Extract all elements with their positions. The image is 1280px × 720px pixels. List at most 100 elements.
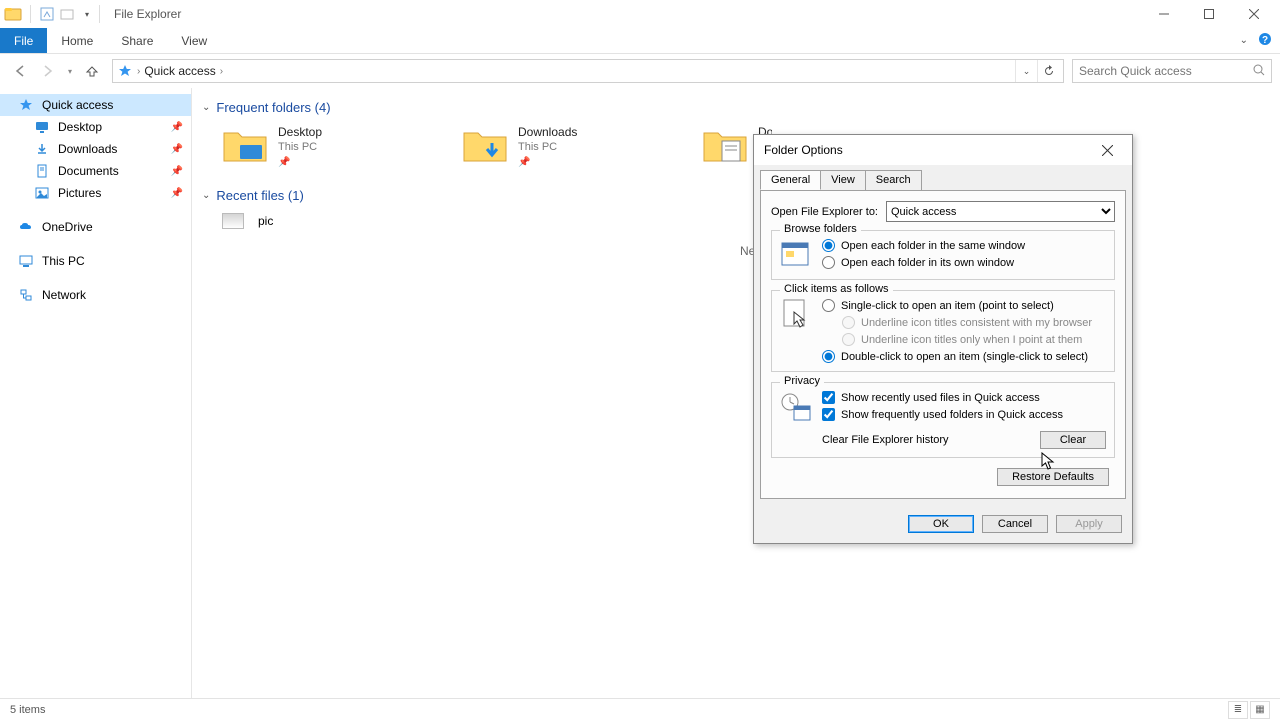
ribbon: File Home Share View ⌄ ? (0, 28, 1280, 54)
folder-tile-downloads[interactable]: Downloads This PC 📌 (462, 125, 662, 168)
group-legend: Click items as follows (780, 283, 893, 295)
sidebar-item-label: Desktop (58, 120, 102, 134)
radio-own-window[interactable]: Open each folder in its own window (822, 256, 1106, 269)
navigation-pane: Quick access Desktop 📌 Downloads 📌 Docum… (0, 88, 192, 698)
sidebar-item-quick-access[interactable]: Quick access (0, 94, 191, 116)
tab-home[interactable]: Home (47, 28, 107, 53)
sidebar-item-downloads[interactable]: Downloads 📌 (0, 138, 191, 160)
back-button[interactable] (8, 59, 32, 83)
ok-button[interactable]: OK (908, 515, 974, 533)
folder-name: Downloads (518, 125, 577, 139)
this-pc-icon (18, 253, 34, 269)
click-items-icon (780, 299, 812, 331)
navigation-bar: ▾ › Quick access › ⌄ (0, 54, 1280, 88)
clear-button[interactable]: Clear (1040, 431, 1106, 449)
group-header-label: Frequent folders (4) (216, 100, 330, 115)
sidebar-item-desktop[interactable]: Desktop 📌 (0, 116, 191, 138)
separator (99, 5, 100, 23)
group-header-frequent[interactable]: ⌄ Frequent folders (4) (202, 100, 1270, 115)
star-icon (18, 97, 34, 113)
tab-search[interactable]: Search (865, 170, 922, 190)
status-bar: 5 items ≣ ▦ (0, 698, 1280, 720)
image-thumbnail-icon (222, 213, 244, 229)
pin-icon: 📌 (171, 188, 183, 199)
maximize-button[interactable] (1186, 0, 1231, 28)
close-button[interactable] (1231, 0, 1276, 28)
help-icon[interactable]: ? (1258, 32, 1272, 49)
group-privacy: Privacy Show recently used files in Quic… (771, 382, 1115, 458)
cancel-button[interactable]: Cancel (982, 515, 1048, 533)
address-dropdown-button[interactable]: ⌄ (1015, 60, 1037, 82)
pin-icon: 📌 (171, 144, 183, 155)
folder-icon (222, 125, 268, 165)
sidebar-item-this-pc[interactable]: This PC (0, 250, 191, 272)
search-icon[interactable] (1253, 64, 1265, 79)
dialog-close-button[interactable] (1092, 138, 1122, 162)
ribbon-expand-icon[interactable]: ⌄ (1240, 35, 1248, 46)
tab-view[interactable]: View (167, 28, 221, 53)
open-to-select[interactable]: Quick access (886, 201, 1115, 222)
desktop-icon (34, 119, 50, 135)
pin-icon: 📌 (171, 166, 183, 177)
chevron-down-icon: ⌄ (202, 102, 210, 113)
status-item-count: 5 items (10, 704, 45, 716)
onedrive-icon (18, 219, 34, 235)
radio-double-click[interactable]: Double-click to open an item (single-cli… (822, 350, 1106, 363)
recent-locations-button[interactable]: ▾ (64, 59, 76, 83)
forward-button[interactable] (36, 59, 60, 83)
checkbox-recent-files[interactable]: Show recently used files in Quick access (822, 391, 1106, 404)
checkbox-frequent-folders[interactable]: Show frequently used folders in Quick ac… (822, 408, 1106, 421)
radio-underline-browser: Underline icon titles consistent with my… (842, 316, 1106, 329)
sidebar-item-pictures[interactable]: Pictures 📌 (0, 182, 191, 204)
properties-icon[interactable] (39, 6, 55, 22)
apply-button[interactable]: Apply (1056, 515, 1122, 533)
restore-defaults-button[interactable]: Restore Defaults (997, 468, 1109, 486)
chevron-right-icon[interactable]: › (137, 66, 140, 77)
search-box[interactable] (1072, 59, 1272, 83)
chevron-right-icon[interactable]: › (220, 66, 223, 77)
minimize-button[interactable] (1141, 0, 1186, 28)
open-to-label: Open File Explorer to: (771, 206, 878, 218)
folder-location: This PC (518, 141, 577, 153)
sidebar-item-label: Pictures (58, 186, 101, 200)
sidebar-item-label: OneDrive (42, 220, 93, 234)
window-controls (1141, 0, 1276, 28)
browse-folders-icon (780, 239, 812, 271)
breadcrumb-segment[interactable]: Quick access (144, 64, 215, 78)
sidebar-item-documents[interactable]: Documents 📌 (0, 160, 191, 182)
pin-icon: 📌 (518, 157, 577, 168)
dialog-titlebar: Folder Options (754, 135, 1132, 165)
up-button[interactable] (80, 59, 104, 83)
file-tab[interactable]: File (0, 28, 47, 53)
window-title: File Explorer (114, 7, 181, 21)
search-input[interactable] (1079, 64, 1253, 78)
refresh-button[interactable] (1037, 60, 1059, 82)
separator (30, 5, 31, 23)
sidebar-item-label: Quick access (42, 98, 113, 112)
tab-general[interactable]: General (760, 170, 821, 190)
file-name: pic (258, 214, 273, 228)
dialog-button-row: OK Cancel Apply (754, 505, 1132, 543)
address-bar[interactable]: › Quick access › ⌄ (112, 59, 1064, 83)
privacy-icon (780, 391, 812, 423)
group-browse-folders: Browse folders Open each folder in the s… (771, 230, 1115, 280)
tab-view[interactable]: View (820, 170, 866, 190)
sidebar-item-network[interactable]: Network (0, 284, 191, 306)
quick-access-star-icon (117, 63, 133, 79)
chevron-down-icon: ⌄ (202, 190, 210, 201)
radio-single-click[interactable]: Single-click to open an item (point to s… (822, 299, 1106, 312)
new-folder-icon[interactable] (59, 6, 75, 22)
sidebar-item-onedrive[interactable]: OneDrive (0, 216, 191, 238)
dialog-title: Folder Options (764, 143, 843, 157)
folder-options-dialog: Folder Options General View Search Open … (753, 134, 1133, 544)
dialog-body: Open File Explorer to: Quick access Brow… (760, 190, 1126, 499)
qat-dropdown-icon[interactable]: ▾ (79, 6, 95, 22)
folder-tile-desktop[interactable]: Desktop This PC 📌 (222, 125, 422, 168)
tab-share[interactable]: Share (107, 28, 167, 53)
view-details-button[interactable]: ≣ (1228, 701, 1248, 719)
radio-same-window[interactable]: Open each folder in the same window (822, 239, 1106, 252)
radio-underline-point: Underline icon titles only when I point … (842, 333, 1106, 346)
svg-text:?: ? (1262, 35, 1268, 46)
dialog-tabs: General View Search (754, 165, 1132, 190)
view-large-icons-button[interactable]: ▦ (1250, 701, 1270, 719)
